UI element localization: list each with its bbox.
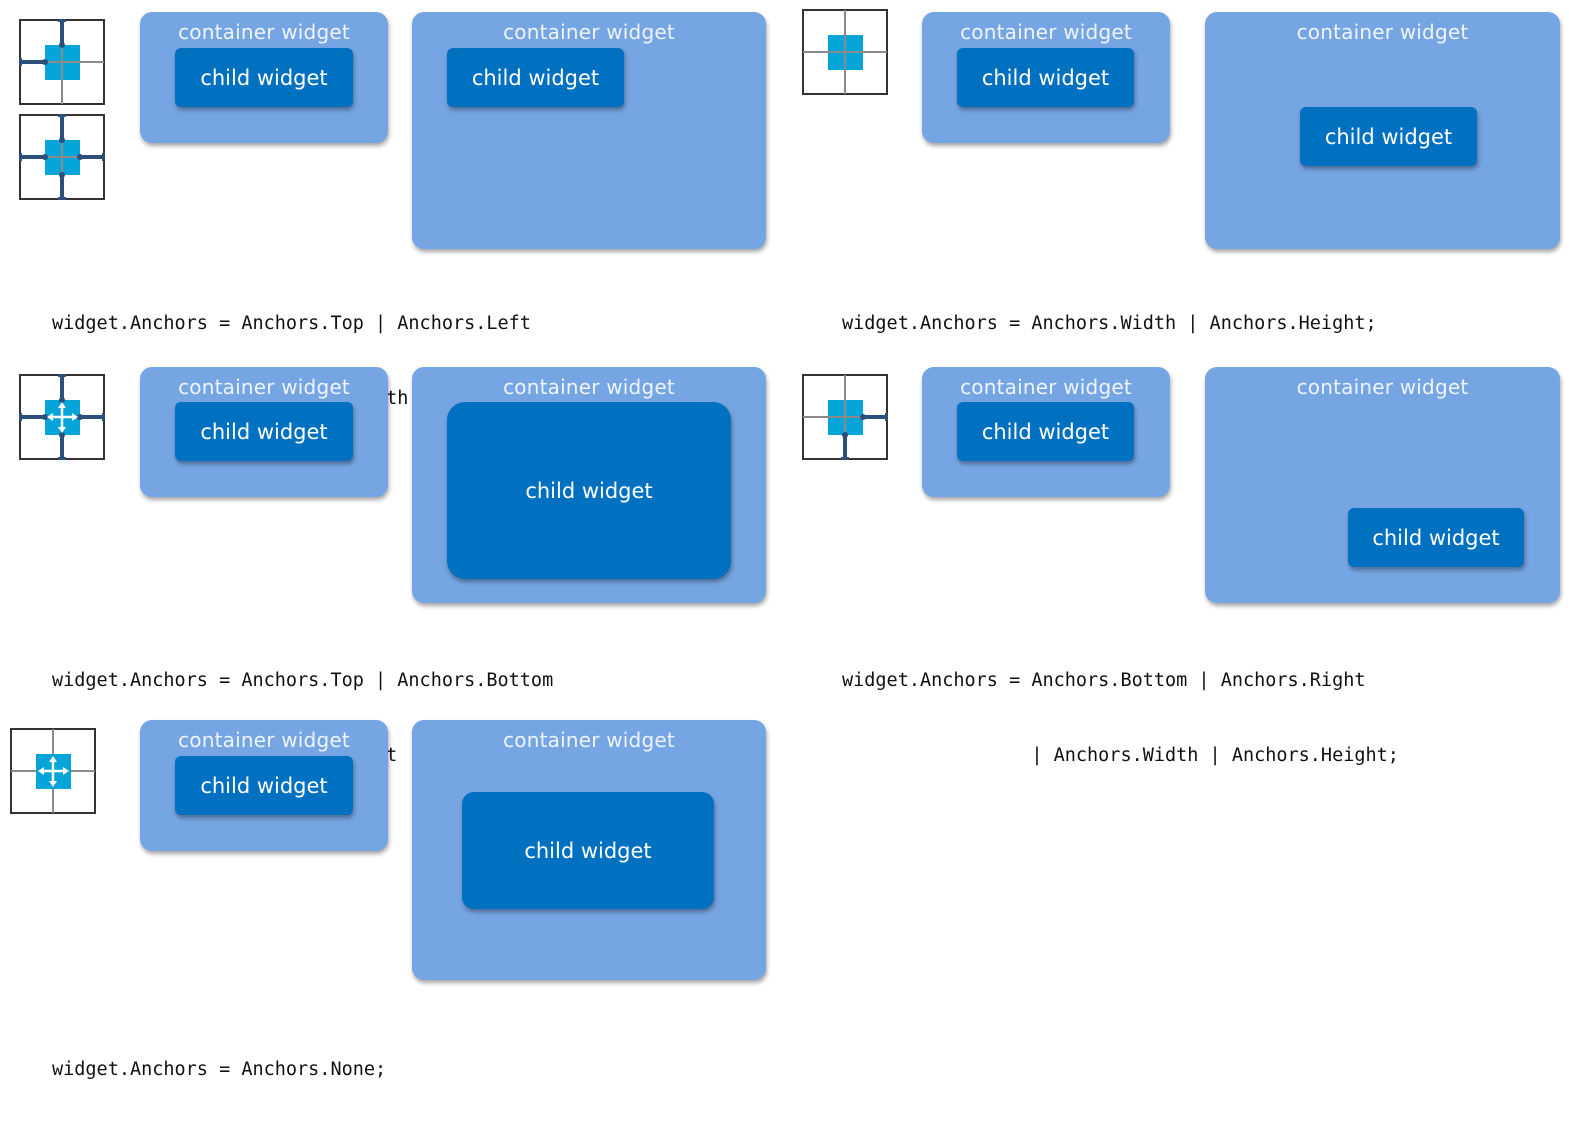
child-widget: child widget (447, 402, 731, 579)
anchor-none-scale-icon (10, 728, 96, 814)
container-widget-large: container widget child widget (1205, 367, 1560, 603)
container-widget-small: container widget child widget (922, 367, 1170, 497)
container-widget-small: container widget child widget (140, 367, 388, 497)
code-line: widget.Anchors = Anchors.Width | Anchors… (842, 313, 1377, 334)
container-label: container widget (178, 728, 350, 752)
child-widget: child widget (957, 402, 1134, 461)
anchor-none-fixed-size-icon (802, 9, 888, 95)
anchor-top-left-icon (19, 19, 105, 105)
anchor-bottom-right-icon (802, 374, 888, 460)
child-widget: child widget (175, 756, 353, 815)
container-label: container widget (178, 20, 350, 44)
child-widget: child widget (447, 48, 624, 107)
code-line: | Anchors.Width | Anchors.Height; (842, 745, 1399, 766)
child-widget: child widget (957, 48, 1134, 107)
container-label: container widget (960, 20, 1132, 44)
code-line: widget.Anchors = Anchors.None; (52, 1059, 387, 1080)
container-label: container widget (960, 375, 1132, 399)
container-label: container widget (503, 728, 675, 752)
code-line: widget.Anchors = Anchors.Bottom | Anchor… (842, 670, 1366, 691)
container-widget-small: container widget child widget (922, 12, 1170, 143)
container-label: container widget (1296, 375, 1469, 399)
container-label: container widget (503, 20, 675, 44)
code-line: widget.Anchors = Anchors.Top | Anchors.B… (52, 670, 554, 691)
anchor-all-sides-stretch-icon (19, 374, 105, 460)
container-widget-large: container widget child widget (412, 367, 766, 603)
container-widget-small: container widget child widget (140, 12, 388, 143)
anchor-all-sides-icon (19, 114, 105, 200)
container-widget-large: container widget child widget (412, 12, 766, 249)
code-snippet: widget.Anchors = Anchors.Bottom | Anchor… (842, 618, 1399, 818)
child-widget: child widget (1300, 107, 1477, 166)
container-widget-large: container widget child widget (1205, 12, 1560, 249)
code-line: widget.Anchors = Anchors.Top | Anchors.L… (52, 313, 531, 334)
container-label: container widget (503, 375, 675, 399)
code-snippet: widget.Anchors = Anchors.None; (52, 1007, 386, 1132)
container-widget-small: container widget child widget (140, 720, 388, 851)
child-widget: child widget (175, 402, 353, 461)
child-widget: child widget (175, 48, 353, 107)
container-label: container widget (1296, 20, 1469, 44)
child-widget: child widget (1348, 508, 1524, 567)
container-label: container widget (178, 375, 350, 399)
container-widget-large: container widget child widget (412, 720, 766, 980)
child-widget: child widget (462, 792, 714, 909)
